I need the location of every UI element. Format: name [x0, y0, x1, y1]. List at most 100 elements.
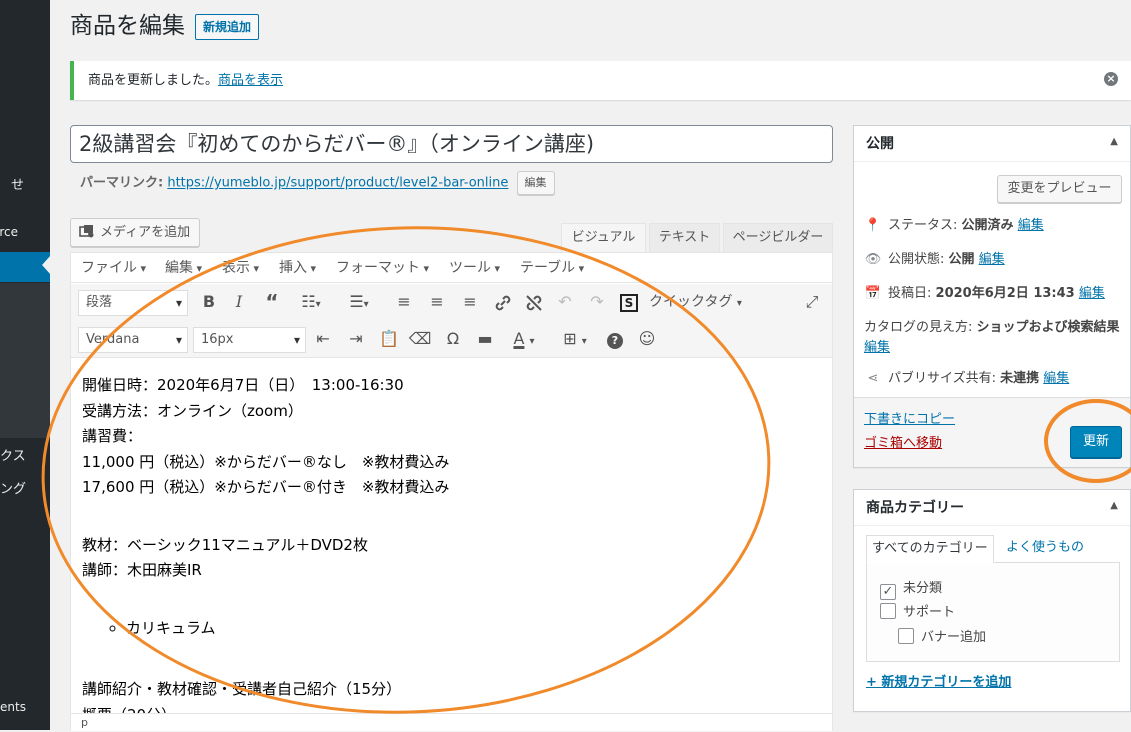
catalog-edit-link[interactable]: 編集	[864, 340, 890, 355]
add-media-button[interactable]: メディアを追加	[70, 218, 201, 247]
sidebar-item-4[interactable]: ング	[0, 476, 50, 504]
publish-heading: 公開	[854, 126, 1130, 162]
tab-page-builder[interactable]: ページビルダー	[723, 223, 833, 253]
content-line: 受講方法：オンライン（zoom）	[82, 401, 303, 420]
visibility-row: 👁 公開状態: 公開 編集	[864, 250, 1005, 270]
tab-all-categories[interactable]: すべてのカテゴリー	[866, 535, 994, 563]
trash-link[interactable]: ゴミ箱へ移動	[864, 432, 942, 451]
sidebar-item-5[interactable]: ents	[0, 693, 50, 721]
menu-edit[interactable]: 編集	[165, 253, 202, 284]
content-list: カリキュラム	[82, 616, 822, 642]
visibility-edit-link[interactable]: 編集	[979, 252, 1005, 267]
catalog-row: カタログの見え方: ショップおよび検索結果 編集	[864, 320, 1120, 355]
update-button[interactable]: 更新	[1070, 426, 1122, 458]
align-center-icon[interactable]: ≡	[425, 290, 449, 314]
unlink-icon[interactable]	[522, 290, 546, 314]
eye-icon: 👁	[864, 252, 882, 267]
share-icon: ⋖	[867, 371, 879, 386]
omega-icon[interactable]: Ω	[441, 327, 465, 351]
toolbar-row-1: 段落 B I “ ☷▾ ☰▾ ≡ ≡ ≡ ↶ ↷ S クイックタグ ▾ ⤢	[71, 284, 832, 320]
table-icon[interactable]: ⊞ ▾	[556, 327, 594, 351]
title-input[interactable]: 2級講習会『初めてのからだバー®』（オンライン講座)	[70, 125, 833, 163]
sidebar-current-arrow	[42, 255, 50, 275]
list-item: カリキュラム	[126, 616, 822, 642]
font-family-select[interactable]: Verdana	[78, 327, 188, 353]
editor: ファイル 編集 表示 挿入 フォーマット ツール テーブル 段落 B I “ ☷…	[70, 252, 833, 731]
s-icon[interactable]: S	[617, 290, 641, 314]
link-icon[interactable]	[491, 290, 515, 314]
sidebar-item-1[interactable]: せ	[0, 172, 50, 200]
tab-text[interactable]: テキスト	[649, 223, 720, 253]
status-edit-link[interactable]: 編集	[1018, 218, 1044, 233]
category-list: ✓ 未分類 サポート バナー追加	[866, 562, 1120, 662]
font-size-select[interactable]: 16px	[193, 327, 306, 353]
indent-icon[interactable]: ⇥	[344, 327, 368, 351]
product-categories-box: 商品カテゴリー ▲ すべてのカテゴリー よく使うもの ✓ 未分類 サポート バナー…	[853, 489, 1131, 712]
redo-icon[interactable]: ↷	[585, 290, 609, 314]
undo-icon[interactable]: ↶	[553, 290, 577, 314]
outdent-icon[interactable]: ⇤	[311, 327, 335, 351]
format-select[interactable]: 段落	[78, 290, 188, 316]
category-item[interactable]: サポート	[880, 603, 955, 623]
add-category-link[interactable]: + 新規カテゴリーを追加	[866, 671, 1011, 690]
permalink-row: パーマリンク: https://yumeblo.jp/support/produ…	[80, 171, 555, 196]
align-left-icon[interactable]: ≡	[392, 290, 416, 314]
category-item[interactable]: ✓ 未分類	[880, 579, 942, 600]
emoji-icon[interactable]: ☺	[635, 327, 659, 351]
permalink-edit-button[interactable]: 編集	[516, 171, 555, 195]
numbered-list-icon[interactable]: ☰▾	[341, 290, 377, 314]
help-icon[interactable]: ?	[603, 327, 627, 351]
view-product-link[interactable]: 商品を表示	[218, 73, 283, 88]
bold-icon[interactable]: B	[197, 290, 221, 314]
permalink-link[interactable]: https://yumeblo.jp/support/product/level…	[167, 176, 508, 191]
tab-visual[interactable]: ビジュアル	[561, 223, 646, 253]
menu-format[interactable]: フォーマット	[336, 253, 429, 284]
fullscreen-icon[interactable]: ⤢	[800, 290, 824, 314]
blockquote-icon[interactable]: “	[260, 290, 284, 314]
align-right-icon[interactable]: ≡	[458, 290, 482, 314]
bullet-list-icon[interactable]: ☷▾	[293, 290, 329, 314]
date-row: 📅 投稿日: 2020年6月2日 13:43 編集	[864, 284, 1105, 304]
status-row: 📍 ステータス: 公開済み 編集	[864, 216, 1044, 236]
publish-box: 公開 ▲ 変更をプレビュー 📍 ステータス: 公開済み 編集 👁 公開状態: 公開 …	[853, 125, 1131, 468]
editor-menubar: ファイル 編集 表示 挿入 フォーマット ツール テーブル	[71, 253, 832, 283]
collapse-icon[interactable]: ▲	[1110, 500, 1118, 511]
sidebar-submenu	[0, 283, 50, 438]
menu-table[interactable]: テーブル	[520, 253, 584, 284]
copy-to-draft-link[interactable]: 下書きにコピー	[864, 408, 955, 427]
paste-icon[interactable]: 📋	[377, 327, 401, 351]
calendar-icon: 📅	[864, 286, 882, 301]
editor-content[interactable]: 開催日時：2020年6月7日（日） 13:00-16:30 受講方法：オンライン…	[82, 373, 822, 728]
publish-actions: 下書きにコピー ゴミ箱へ移動 更新	[854, 397, 1130, 467]
menu-file[interactable]: ファイル	[81, 253, 146, 284]
checkbox[interactable]	[880, 603, 896, 619]
quicktag-dropdown[interactable]: クイックタグ ▾	[649, 290, 759, 314]
preview-button[interactable]: 変更をプレビュー	[997, 175, 1122, 203]
page-title: 商品を編集	[70, 13, 185, 39]
add-new-button[interactable]: 新規追加	[195, 14, 260, 40]
italic-icon[interactable]: I	[227, 290, 251, 314]
collapse-icon[interactable]: ▲	[1110, 136, 1118, 147]
category-item[interactable]: バナー追加	[898, 628, 986, 648]
menu-insert[interactable]: 挿入	[279, 253, 316, 284]
tab-popular-categories[interactable]: よく使うもの	[1001, 535, 1089, 563]
success-notice: 商品を更新しました。商品を表示 ×	[70, 61, 1131, 100]
menu-view[interactable]: 表示	[222, 253, 259, 284]
sidebar-item-woocommerce[interactable]: erce	[0, 218, 50, 246]
content-line: 教材：ベーシック11マニュアル＋DVD2枚	[82, 535, 368, 554]
menu-tools[interactable]: ツール	[449, 253, 500, 284]
pin-icon: 📍	[864, 218, 882, 233]
text-color-icon[interactable]: A ▾	[505, 327, 543, 351]
publicize-edit-link[interactable]: 編集	[1043, 371, 1069, 386]
checkbox[interactable]	[898, 628, 914, 644]
date-edit-link[interactable]: 編集	[1079, 286, 1105, 301]
publicize-row: ⋖ パブリサイズ共有: 未連携 編集	[864, 369, 1070, 389]
horizontal-rule-icon[interactable]: ▬	[473, 327, 497, 351]
sidebar-item-3[interactable]: クス	[0, 443, 50, 471]
dismiss-icon[interactable]: ×	[1104, 72, 1118, 86]
permalink-label: パーマリンク:	[80, 175, 164, 191]
eraser-icon[interactable]: ⌫	[408, 327, 432, 351]
admin-sidebar: せ erce クス ング ents	[0, 0, 50, 730]
content-line: 開催日時：2020年6月7日（日） 13:00-16:30	[82, 376, 404, 394]
checkbox-checked[interactable]: ✓	[880, 584, 896, 600]
